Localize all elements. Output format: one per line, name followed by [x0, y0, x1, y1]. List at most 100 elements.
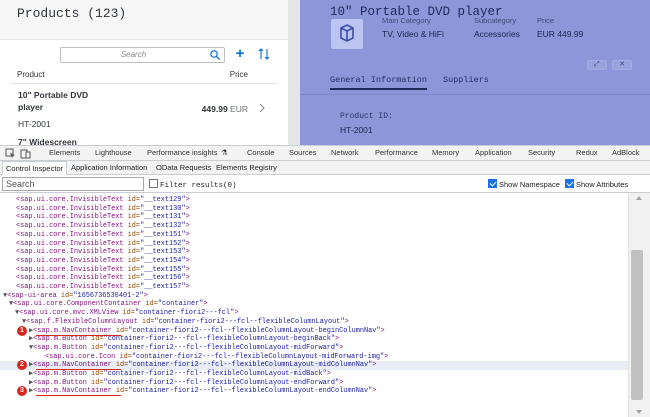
search-icon[interactable] — [209, 49, 221, 61]
attr-value: container-fiori2---fcl--flexibleColumnLa… — [132, 326, 377, 335]
attr-value: 1656736530401-2 — [77, 291, 140, 300]
attr-name: id= — [137, 317, 155, 326]
tree-node[interactable]: <sap.ui.core.InvisibleText id="__text151… — [0, 231, 190, 240]
tab-console[interactable]: Console — [247, 148, 275, 157]
tree-search-input[interactable] — [2, 177, 144, 191]
column-price: Price — [229, 70, 248, 79]
tree-node[interactable]: ▼<sap-ui-area id="1656736530401-2"> — [0, 292, 148, 301]
tab-lighthouse[interactable]: Lighthouse — [95, 148, 132, 157]
flask-icon: ⚗ — [221, 148, 228, 157]
node-bracket: > — [185, 222, 190, 231]
tree-node[interactable]: ▼<sap.ui.core.ComponentContainer id="con… — [0, 300, 208, 309]
tab-performance[interactable]: Performance — [375, 148, 418, 157]
attr-name: id= — [123, 230, 141, 239]
node-tag: sap.ui.core.ComponentContainer — [17, 300, 142, 309]
filter-results-checkbox[interactable] — [149, 179, 158, 188]
tab-general-information[interactable]: General Information — [330, 75, 427, 90]
tab-performance-insights[interactable]: Performance insights — [147, 148, 217, 157]
list-header: Products (123) — [0, 0, 288, 40]
node-tag: sap.m.NavContainer — [37, 361, 112, 370]
tree-node[interactable]: <sap.ui.core.InvisibleText id="__text153… — [0, 248, 190, 257]
node-tag: sap.m.Button — [37, 335, 87, 344]
tree-node[interactable]: <sap.ui.core.InvisibleText id="__text131… — [0, 213, 190, 222]
tree-scrollbar[interactable] — [628, 193, 650, 417]
device-toolbar-icon[interactable] — [20, 148, 31, 159]
tree-node[interactable]: ▼<sap.m.Button id="container-fiori2---fc… — [0, 344, 343, 353]
tree-node[interactable]: ▶<sap.m.Button id="container-fiori2---fc… — [0, 379, 343, 388]
node-bracket: > — [326, 370, 331, 378]
attr-value: __text129 — [144, 196, 182, 204]
show-attributes-checkbox[interactable] — [565, 179, 574, 188]
node-bracket: > — [185, 230, 190, 239]
product-id-label: Product ID: — [340, 112, 393, 121]
close-icon[interactable]: ✕ — [612, 60, 632, 70]
scroll-thumb[interactable] — [631, 250, 643, 400]
tree-node[interactable]: <sap.ui.core.InvisibleText id="__text130… — [0, 205, 190, 214]
sort-icon[interactable] — [257, 47, 271, 61]
tree-node[interactable]: ▶<sap.m.Button id="container-fiori2---fc… — [0, 370, 331, 379]
tab-memory[interactable]: Memory — [432, 148, 459, 157]
node-bracket: > — [203, 300, 208, 309]
tree-node[interactable]: <sap.ui.core.Icon id="container-fiori2--… — [0, 353, 388, 362]
add-product-icon[interactable]: + — [233, 46, 247, 62]
tab-application[interactable]: Application — [475, 148, 512, 157]
attr-name: id= — [123, 213, 141, 222]
inspect-element-icon[interactable] — [5, 148, 16, 159]
node-bracket: > — [339, 343, 344, 352]
attr-name: id= — [111, 326, 129, 335]
tab-elements[interactable]: Elements — [49, 148, 80, 157]
begin-column: Products (123) Search + Product Price 10… — [0, 0, 288, 145]
tree-node[interactable]: <sap.ui.core.InvisibleText id="__text132… — [0, 222, 190, 231]
tab-network[interactable]: Network — [331, 148, 359, 157]
filter-results-label: Filter results(0) — [160, 182, 237, 190]
show-attributes-option[interactable]: Show Attributes — [565, 179, 628, 189]
tree-node[interactable]: <sap.ui.core.InvisibleText id="__text154… — [0, 257, 190, 266]
tree-node[interactable]: ▶<sap.m.Button id="container-fiori2---fc… — [0, 335, 339, 344]
product-row[interactable]: 7" Widescreen — [10, 136, 278, 145]
mid-column-highlighted: 10" Portable DVD player Main Category TV… — [300, 0, 650, 145]
tree-node[interactable]: <sap.ui.core.InvisibleText id="__text129… — [0, 196, 190, 205]
tree-node[interactable]: <sap.ui.core.InvisibleText id="__text155… — [0, 266, 190, 275]
scroll-up-arrow-icon[interactable] — [636, 196, 642, 200]
tab-suppliers[interactable]: Suppliers — [443, 75, 489, 85]
node-tag: sap.ui.core.InvisibleText — [20, 230, 124, 239]
product-name: 10" Portable DVD player — [18, 90, 89, 112]
attr-label: Subcategory — [474, 18, 517, 25]
product-row[interactable]: 10" Portable DVD player HT-2001 449.99 E… — [10, 86, 278, 134]
tree-node[interactable]: <sap.ui.core.InvisibleText id="__text156… — [0, 274, 190, 283]
product-search-field[interactable]: Search — [60, 47, 225, 63]
tree-node[interactable]: ▼<sap.ui.core.mvc.XMLView id="container-… — [0, 309, 238, 318]
node-bracket: > — [384, 352, 389, 361]
tab-control-inspector[interactable]: Control Inspector — [2, 161, 68, 175]
attr-value: container-fiori2---fcl--flexibleColumnLa… — [136, 352, 380, 361]
annotation-marker-1: 1 — [17, 325, 27, 336]
show-namespace-checkbox[interactable] — [488, 179, 497, 188]
show-namespace-option[interactable]: Show Namespace — [488, 179, 560, 189]
attr-price: Price EUR 449.99 — [537, 18, 583, 39]
filter-results-option[interactable]: Filter results(0) — [149, 179, 237, 190]
product-price: 449.99 EUR — [202, 104, 248, 114]
tab-security[interactable]: Security — [528, 148, 555, 157]
node-tag: sap.m.Button — [37, 378, 87, 387]
attr-value: __text151 — [144, 230, 182, 239]
attr-name: id= — [56, 291, 74, 300]
tab-elements-registry[interactable]: Elements Registry — [213, 161, 280, 175]
fullscreen-icon[interactable]: ⤢ — [586, 60, 607, 70]
detail-actions: ⤢ ✕ — [584, 59, 632, 70]
tab-application-information[interactable]: Application Information — [68, 161, 150, 175]
attr-name: id= — [123, 204, 141, 213]
attr-label: Main Category — [382, 18, 431, 25]
tab-odata-requests[interactable]: OData Requests — [153, 161, 214, 175]
tab-adblock[interactable]: AdBlock — [612, 148, 640, 157]
scroll-down-arrow-icon[interactable] — [636, 410, 642, 414]
tree-node[interactable]: ▼<sap.f.FlexibleColumnLayout id="contain… — [0, 318, 349, 327]
tab-redux[interactable]: Redux — [576, 148, 598, 157]
attr-value: __text153 — [144, 248, 182, 257]
column-separator[interactable] — [288, 0, 300, 145]
product-id: HT-2001 — [18, 119, 51, 129]
attr-name: id= — [118, 309, 135, 318]
node-tag: sap.ui.core.InvisibleText — [20, 239, 124, 248]
tree-node[interactable]: <sap.ui.core.InvisibleText id="__text152… — [0, 240, 190, 249]
tree-node[interactable]: <sap.ui.core.InvisibleText id="__text157… — [0, 283, 190, 292]
tab-sources[interactable]: Sources — [289, 148, 317, 157]
